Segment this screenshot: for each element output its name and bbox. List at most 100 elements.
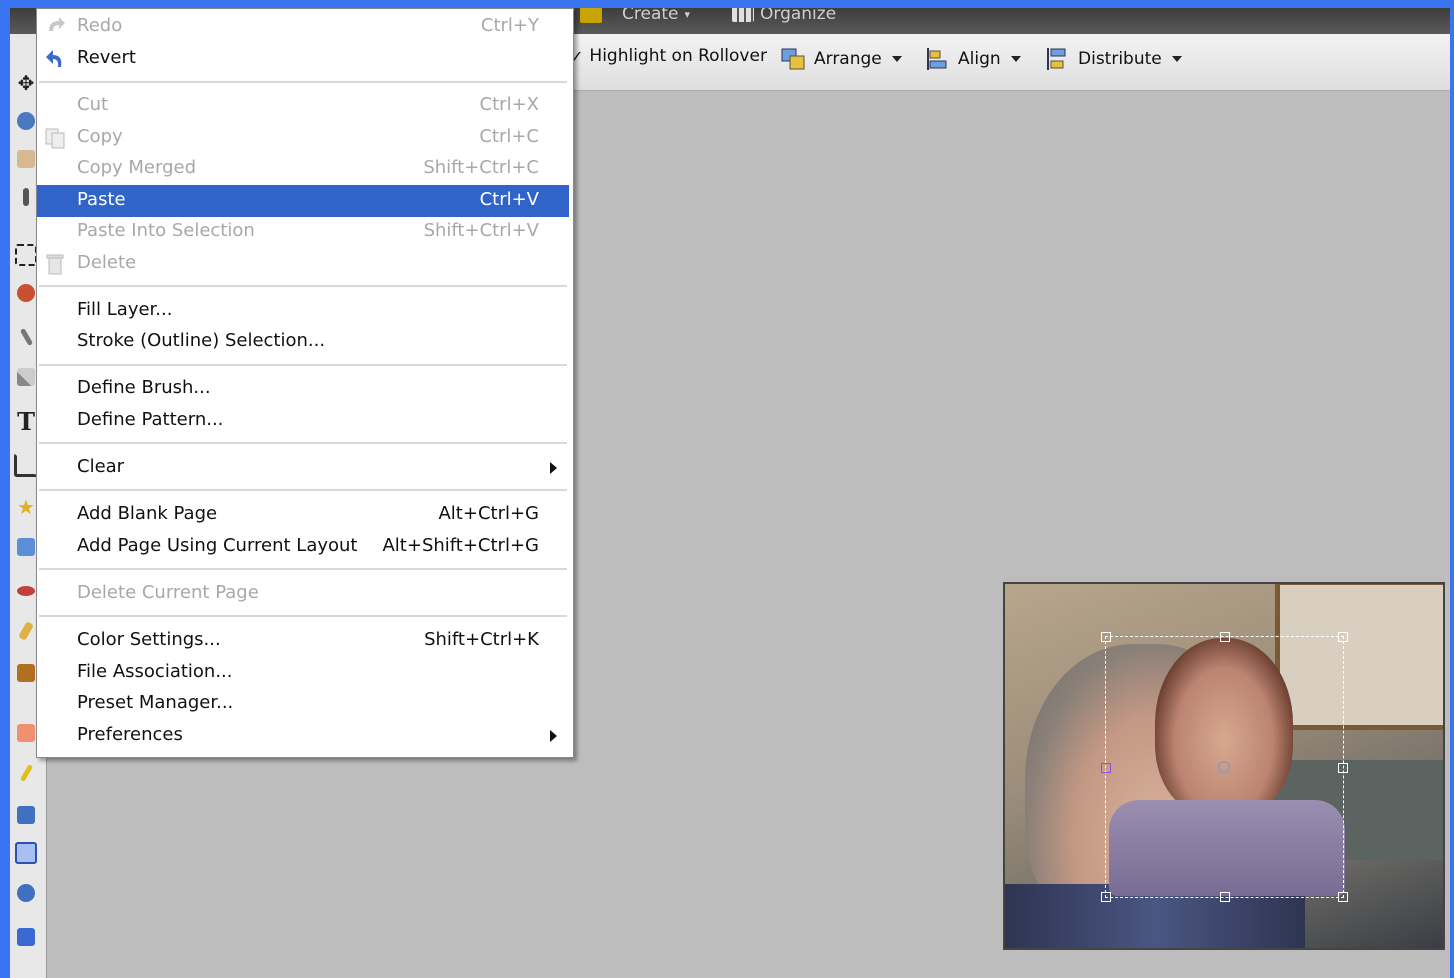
menu-item-copy[interactable]: Copy Ctrl+C	[37, 122, 569, 154]
menu-item-define-pattern[interactable]: Define Pattern...	[37, 405, 569, 437]
menu-item-label: Preset Manager...	[77, 692, 234, 713]
transform-handle[interactable]	[1101, 763, 1111, 773]
arrange-label: Arrange	[814, 49, 882, 69]
transform-bounding-box[interactable]	[1101, 632, 1348, 902]
marquee-icon	[15, 244, 37, 266]
menu-item-label: Color Settings...	[77, 629, 221, 650]
transform-handle[interactable]	[1338, 892, 1348, 902]
rotate-reference-point-icon[interactable]	[1218, 761, 1230, 773]
transform-handle[interactable]	[1101, 632, 1111, 642]
align-button[interactable]: Align	[924, 46, 1021, 72]
type-icon: T	[17, 406, 35, 436]
shape-tool[interactable]	[13, 840, 39, 866]
paint-bucket-tool[interactable]	[13, 802, 39, 828]
menu-item-shortcut: Ctrl+X	[479, 94, 539, 115]
menu-item-shortcut: Ctrl+Y	[480, 15, 539, 36]
menu-separator	[39, 489, 567, 491]
menu-item-label: Define Pattern...	[77, 409, 224, 430]
organize-icon	[732, 8, 754, 22]
distribute-icon	[1044, 46, 1072, 72]
menu-item-redo[interactable]: Redo Ctrl+Y	[37, 11, 569, 43]
menu-item-preferences[interactable]: Preferences	[37, 720, 569, 752]
arrange-button[interactable]: Arrange	[780, 46, 902, 72]
menu-item-add-page-current-layout[interactable]: Add Page Using Current Layout Alt+Shift+…	[37, 531, 569, 563]
stamp-icon	[17, 664, 35, 682]
highlight-on-rollover-option[interactable]: ✓ Highlight on Rollover	[570, 46, 767, 66]
menu-item-shortcut: Ctrl+C	[479, 126, 539, 147]
transform-handle[interactable]	[1101, 892, 1111, 902]
hand-icon	[17, 150, 35, 168]
highlight-label: Highlight on Rollover	[589, 46, 767, 66]
menu-item-shortcut: Alt+Shift+Ctrl+G	[382, 535, 539, 556]
menu-item-fill-layer[interactable]: Fill Layer...	[37, 295, 569, 327]
create-icon	[580, 8, 602, 23]
transform-handle[interactable]	[1338, 763, 1348, 773]
eraser-icon	[17, 724, 35, 742]
menu-item-label: Redo	[77, 15, 123, 36]
menu-item-label: Copy	[77, 126, 123, 147]
menu-item-shortcut: Ctrl+V	[479, 189, 539, 210]
transform-handle[interactable]	[1220, 632, 1230, 642]
transform-handle[interactable]	[1338, 632, 1348, 642]
create-tab[interactable]: Create ▾	[580, 8, 690, 24]
straighten-icon	[17, 538, 35, 556]
sponge-tool[interactable]	[13, 924, 39, 950]
finger-icon	[17, 928, 35, 946]
menu-item-clear[interactable]: Clear	[37, 452, 569, 484]
menu-item-copy-merged[interactable]: Copy Merged Shift+Ctrl+C	[37, 153, 569, 185]
menu-separator	[39, 364, 567, 366]
transform-handle[interactable]	[1220, 892, 1230, 902]
menu-item-label: Add Blank Page	[77, 503, 218, 524]
selection-brush-icon	[17, 368, 35, 386]
menu-separator	[39, 615, 567, 617]
create-label: Create	[622, 8, 679, 24]
menu-item-add-blank-page[interactable]: Add Blank Page Alt+Ctrl+G	[37, 499, 569, 531]
menu-item-label: Delete	[77, 252, 137, 273]
menu-item-shortcut: Shift+Ctrl+V	[423, 220, 539, 241]
blur-tool[interactable]	[13, 880, 39, 906]
distribute-button[interactable]: Distribute	[1044, 46, 1182, 72]
zoom-icon	[17, 112, 35, 130]
menu-item-revert[interactable]: Revert	[37, 43, 569, 75]
redo-icon	[43, 15, 67, 39]
submenu-arrow-icon	[550, 462, 557, 474]
pencil-icon	[19, 763, 33, 783]
organize-tab[interactable]: Organize	[732, 8, 836, 24]
menu-item-shortcut: Alt+Ctrl+G	[438, 503, 539, 524]
chevron-down-icon	[1171, 56, 1182, 62]
chevron-down-icon: ▾	[684, 8, 691, 21]
eyedropper-icon	[23, 188, 29, 206]
pencil-tool[interactable]	[13, 760, 39, 786]
distribute-label: Distribute	[1078, 49, 1162, 69]
menu-item-shortcut: Shift+Ctrl+C	[423, 157, 539, 178]
rectangle-icon	[15, 842, 37, 864]
menu-item-label: Revert	[77, 47, 136, 68]
menu-item-delete-current-page[interactable]: Delete Current Page	[37, 578, 569, 610]
menu-item-label: Preferences	[77, 724, 183, 745]
bucket-icon	[17, 806, 35, 824]
menu-item-paste-into-selection[interactable]: Paste Into Selection Shift+Ctrl+V	[37, 216, 569, 248]
bandage-icon	[18, 621, 34, 641]
menu-item-color-settings[interactable]: Color Settings... Shift+Ctrl+K	[37, 625, 569, 657]
menu-separator	[39, 81, 567, 83]
menu-separator	[39, 442, 567, 444]
drop-icon	[17, 884, 35, 902]
menu-item-label: File Association...	[77, 661, 233, 682]
menu-item-stroke-selection[interactable]: Stroke (Outline) Selection...	[37, 326, 569, 358]
menu-item-cut[interactable]: Cut Ctrl+X	[37, 90, 569, 122]
menu-separator	[39, 285, 567, 287]
photo-canvas[interactable]	[1003, 582, 1445, 950]
menu-item-label: Define Brush...	[77, 377, 211, 398]
menu-item-delete[interactable]: Delete	[37, 248, 569, 280]
menu-item-preset-manager[interactable]: Preset Manager...	[37, 688, 569, 720]
menu-item-define-brush[interactable]: Define Brush...	[37, 373, 569, 405]
menu-item-label: Add Page Using Current Layout	[77, 535, 358, 556]
align-icon	[924, 46, 952, 72]
menu-item-file-association[interactable]: File Association...	[37, 657, 569, 689]
chevron-down-icon	[891, 56, 902, 62]
menu-item-label: Clear	[77, 456, 125, 477]
crop-icon	[14, 453, 38, 477]
menu-item-paste[interactable]: Paste Ctrl+V	[37, 185, 569, 217]
star-icon: ★	[17, 495, 35, 519]
menu-item-shortcut: Shift+Ctrl+K	[424, 629, 539, 650]
